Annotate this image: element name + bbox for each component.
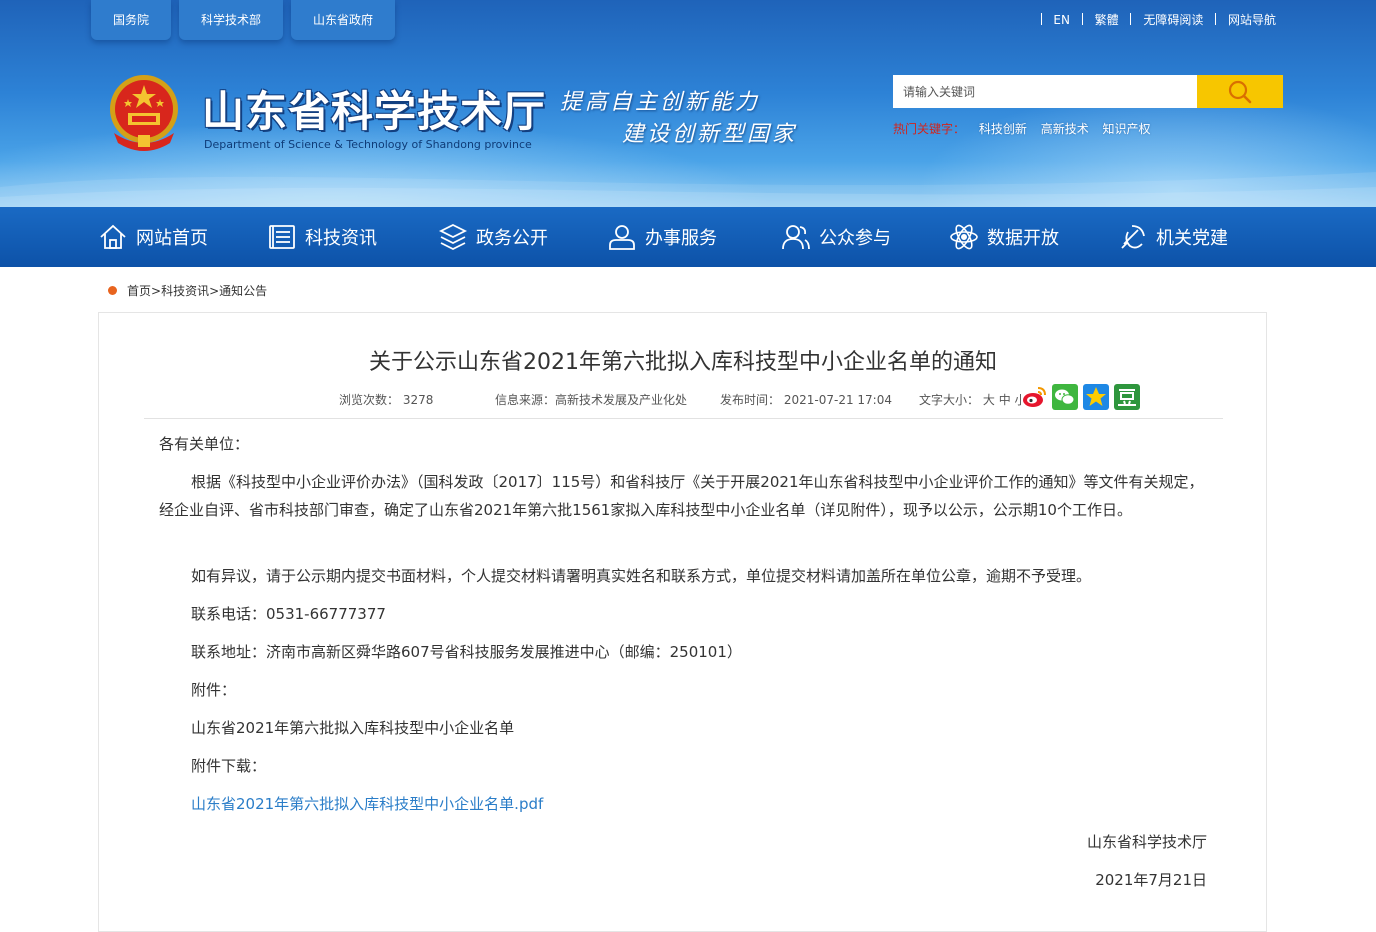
divider [1081,13,1083,25]
article-salutation: 各有关单位： [159,435,250,453]
top-links: EN 繁體 无障碍阅读 网站导航 [1033,11,1276,29]
meta-source-label: 信息来源： [495,393,556,407]
search-input[interactable] [893,75,1197,108]
share-qzone-button[interactable] [1083,384,1109,410]
nav-open-data[interactable]: 数据开放 [949,207,1059,267]
hot-keyword-ip[interactable]: 知识产权 [1103,122,1151,136]
nav-label: 政务公开 [476,228,548,249]
star-icon [1086,387,1106,406]
nav-label: 公众参与 [819,228,891,249]
user-icon [609,225,635,250]
divider [1040,13,1042,25]
search-icon [1228,80,1252,103]
divider [1215,13,1217,25]
article-signature: 山东省科学技术厅 [1086,833,1207,851]
top-tab-provincial-gov[interactable]: 山东省政府 [291,0,395,40]
site-header: 国务院 科学技术部 山东省政府 EN 繁體 无障碍阅读 网站导航 山东省科学技术… [0,0,1376,207]
article-address: 联系地址：济南市高新区舜华路607号省科技服务发展推进中心（邮编：250101） [191,643,742,661]
hot-keyword-innovation[interactable]: 科技创新 [979,122,1027,136]
main-nav: 网站首页 科技资讯 政务公开 办事服务 公众参与 数据开放 机关党建 [0,207,1376,267]
nav-label: 科技资讯 [305,228,377,249]
article-paragraph-2: 如有异议，请于公示期内提交书面材料，个人提交材料请署明真实姓名和联系方式，单位提… [191,567,1092,585]
font-size-label: 文字大小： [919,393,980,407]
share-weibo-button[interactable] [1021,384,1047,410]
party-icon [1121,225,1145,249]
divider [1130,13,1132,25]
article-attachment-name: 山东省2021年第六批拟入库科技型中小企业名单 [191,719,515,737]
link-english[interactable]: EN [1053,13,1070,27]
nav-home[interactable]: 网站首页 [98,207,208,267]
weibo-icon [1023,387,1046,407]
top-tab-most[interactable]: 科学技术部 [179,0,283,40]
article-divider [144,418,1223,419]
meta-views-value: 3278 [402,393,434,407]
article-sign-date: 2021年7月21日 [1095,871,1207,889]
attachment-download-link-wrap: 山东省2021年第六批拟入库科技型中小企业名单.pdf [191,790,543,818]
meta-views: 浏览次数： 3278 [339,391,433,408]
meta-date: 发布时间： 2021-07-21 17:04 [720,391,892,408]
wechat-icon [1055,389,1075,405]
nav-label: 机关党建 [1156,228,1228,249]
attachment-download-link[interactable]: 山东省2021年第六批拟入库科技型中小企业名单.pdf [191,795,543,813]
top-tab-state-council[interactable]: 国务院 [91,0,171,40]
hot-keywords: 热门关键字： 科技创新 高新技术 知识产权 [893,120,1151,137]
national-emblem-icon [110,75,178,151]
share-douban-button[interactable] [1114,384,1140,410]
breadcrumb-home[interactable]: 首页 [127,284,151,298]
news-icon [269,225,295,249]
home-icon [100,224,126,249]
hot-keywords-label: 热门关键字： [893,122,966,136]
font-size-medium[interactable]: 中 [999,393,1011,407]
nav-public-participation[interactable]: 公众参与 [781,207,891,267]
nav-label: 数据开放 [987,228,1059,249]
douban-icon [1118,389,1136,406]
breadcrumb-current[interactable]: 通知公告 [219,284,267,298]
users-icon [782,225,810,250]
article-paragraph-1: 根据《科技型中小企业评价办法》（国科发政〔2017〕115号）和省科技厅《关于开… [159,473,1204,519]
nav-label: 网站首页 [136,228,208,249]
link-accessibility[interactable]: 无障碍阅读 [1143,13,1203,27]
nav-services[interactable]: 办事服务 [607,207,717,267]
slogan-line1: 提高自主创新能力 [560,90,761,115]
article-attachment-label: 附件： [191,681,237,699]
article-download-label: 附件下载： [191,757,267,775]
atom-icon [950,224,978,250]
article-phone: 联系电话：0531-66777377 [191,605,386,623]
slogan-line2: 建设创新型国家 [622,122,798,147]
header-wave [0,172,1376,207]
meta-source-value: 高新技术发展及产业化处 [555,393,688,407]
nav-label: 办事服务 [645,228,717,249]
meta-font-size: 文字大小： 大 中 小 [919,391,1027,408]
nav-news[interactable]: 科技资讯 [267,207,377,267]
site-title: 山东省科学技术厅 [202,87,547,136]
site-subtitle: Department of Science & Technology of Sh… [204,138,532,151]
breadcrumb-section[interactable]: 科技资讯 [161,284,209,298]
search-button[interactable] [1197,75,1283,108]
article-title: 关于公示山东省2021年第六批拟入库科技型中小企业名单的通知 [369,350,997,375]
meta-date-value: 2021-07-21 17:04 [783,393,892,407]
nav-party-building[interactable]: 机关党建 [1118,207,1228,267]
breadcrumb: 首页>科技资讯>通知公告 [108,282,267,299]
share-wechat-button[interactable] [1052,384,1078,410]
link-traditional[interactable]: 繁體 [1095,13,1119,27]
layers-icon [438,223,468,251]
meta-source: 信息来源：高新技术发展及产业化处 [495,391,687,408]
nav-gov-affairs[interactable]: 政务公开 [438,207,548,267]
hot-keyword-hightech[interactable]: 高新技术 [1041,122,1089,136]
breadcrumb-dot [108,286,117,295]
meta-date-label: 发布时间： [720,393,781,407]
link-sitemap[interactable]: 网站导航 [1228,13,1276,27]
font-size-large[interactable]: 大 [983,393,995,407]
meta-views-label: 浏览次数： [339,393,400,407]
